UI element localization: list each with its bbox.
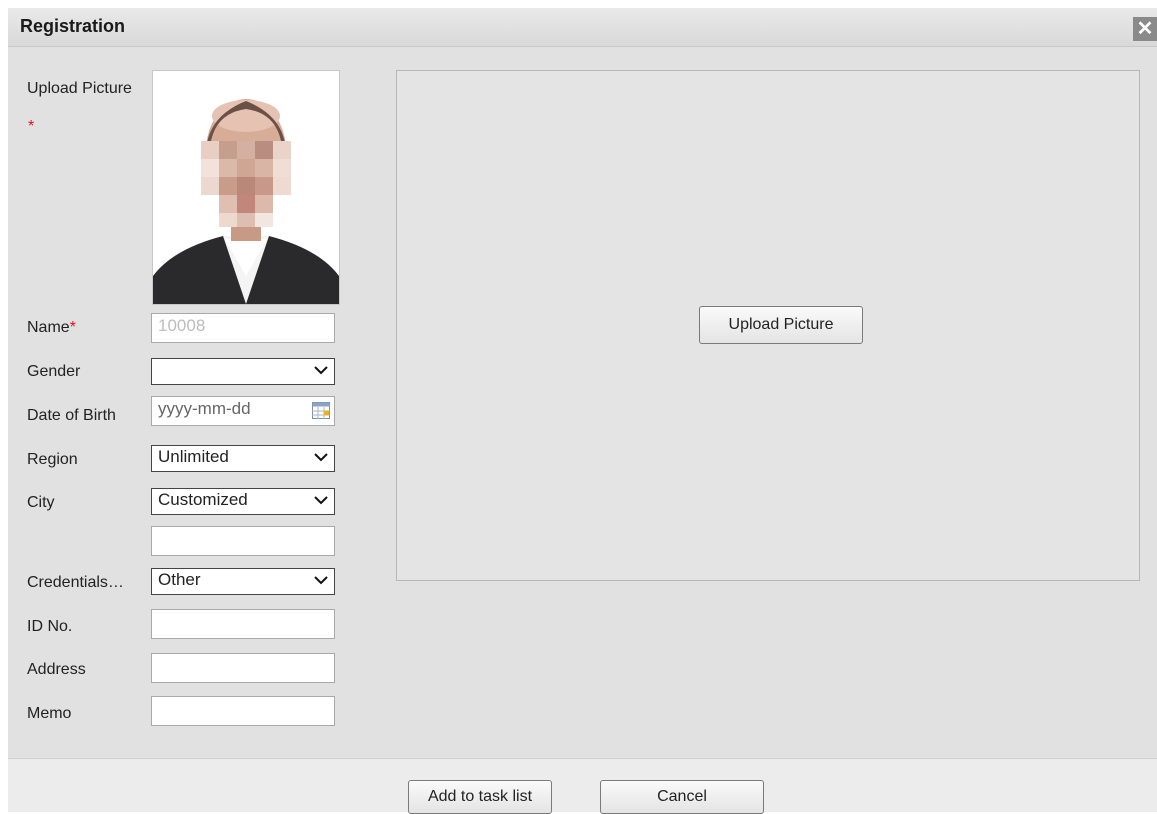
name-required-mark: * — [69, 319, 76, 336]
gender-select[interactable] — [151, 358, 335, 385]
dialog-footer: Add to task list Cancel — [8, 758, 1157, 814]
credentials-select[interactable]: Other — [151, 568, 335, 595]
city-select[interactable]: Customized — [151, 488, 335, 515]
picture-preview-area: Upload Picture — [396, 70, 1140, 581]
chevron-down-icon — [314, 496, 328, 505]
region-select[interactable]: Unlimited — [151, 445, 335, 472]
name-field[interactable]: 10008 — [151, 313, 335, 343]
name-label: Name* — [27, 319, 76, 336]
memo-field[interactable] — [151, 696, 335, 726]
credentials-label: Credentials… — [27, 574, 124, 591]
close-icon[interactable]: ✕ — [1133, 17, 1157, 41]
city-custom-field[interactable] — [151, 526, 335, 556]
face-photo-thumbnail — [152, 70, 340, 305]
cancel-button[interactable]: Cancel — [600, 780, 764, 814]
city-value: Customized — [158, 490, 248, 509]
upload-picture-button[interactable]: Upload Picture — [699, 306, 863, 344]
add-to-task-list-button[interactable]: Add to task list — [408, 780, 552, 814]
id-number-label: ID No. — [27, 618, 73, 635]
address-label: Address — [27, 661, 86, 678]
region-label: Region — [27, 451, 78, 468]
chevron-down-icon — [314, 453, 328, 462]
upload-picture-label: Upload Picture — [27, 80, 132, 97]
dob-field[interactable]: yyyy-mm-dd — [151, 396, 335, 426]
gender-label: Gender — [27, 363, 81, 380]
chevron-down-icon — [314, 366, 328, 375]
credentials-value: Other — [158, 570, 201, 589]
dialog-titlebar: Registration ✕ — [8, 8, 1157, 47]
registration-dialog: Registration ✕ Upload Picture * Name* 10… — [8, 8, 1157, 814]
upload-required-mark: * — [28, 118, 35, 135]
person-photo — [153, 71, 339, 304]
dob-placeholder: yyyy-mm-dd — [158, 399, 251, 418]
dob-label: Date of Birth — [27, 407, 116, 424]
chevron-down-icon — [314, 576, 328, 585]
region-value: Unlimited — [158, 447, 229, 466]
address-field[interactable] — [151, 653, 335, 683]
memo-label: Memo — [27, 705, 72, 722]
dialog-title: Registration — [20, 16, 126, 36]
id-number-field[interactable] — [151, 609, 335, 639]
city-label: City — [27, 494, 55, 511]
calendar-icon[interactable] — [312, 402, 330, 419]
